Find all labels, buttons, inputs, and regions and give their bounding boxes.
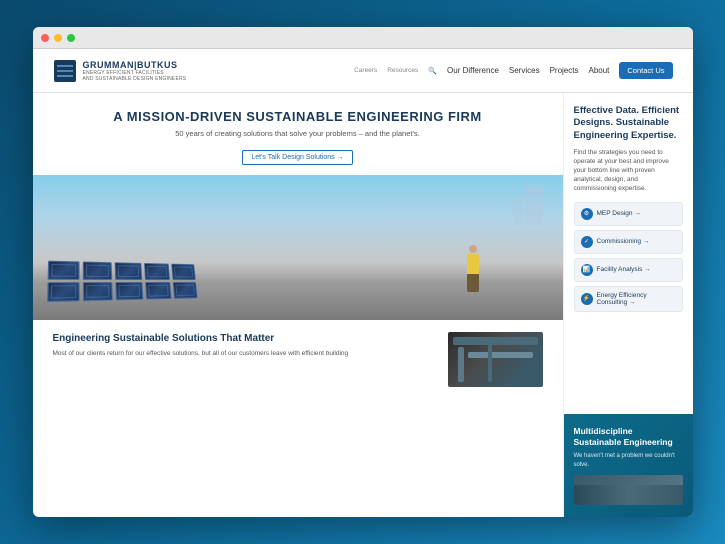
minimize-dot[interactable] — [54, 34, 62, 42]
bottom-section-text: Most of our clients return for our effec… — [53, 349, 436, 358]
pipe-vertical — [458, 347, 464, 382]
solar-panel — [82, 282, 112, 301]
bottom-section: Engineering Sustainable Solutions That M… — [33, 320, 563, 387]
nav-link-about[interactable]: About — [588, 66, 609, 75]
nav-link-resources[interactable]: Resources — [387, 67, 418, 74]
search-icon[interactable]: 🔍 — [428, 67, 437, 75]
hero-cta-button[interactable]: Let's Talk Design Solutions → — [242, 150, 352, 165]
logo-company-name: GRUMMAN|BUTKUS — [83, 60, 187, 70]
worker-head — [469, 245, 477, 253]
worker-body — [467, 254, 479, 274]
background-structure — [525, 185, 543, 225]
background-structure-2 — [513, 195, 523, 225]
nav-links: Careers Resources 🔍 Our Difference Servi… — [354, 62, 672, 79]
solar-panel — [114, 262, 142, 280]
browser-window: GRUMMAN|BUTKUS ENERGY EFFICIENT FACILITI… — [33, 27, 693, 517]
browser-chrome — [33, 27, 693, 49]
navigation: GRUMMAN|BUTKUS ENERGY EFFICIENT FACILITI… — [33, 49, 693, 93]
energy-label: Energy Efficiency Consulting → — [597, 292, 676, 306]
hero-cta-label: Let's Talk Design Solutions → — [251, 154, 343, 161]
facility-icon: 📊 — [581, 264, 593, 276]
solar-panel — [115, 282, 143, 300]
bottom-left-content: Engineering Sustainable Solutions That M… — [53, 332, 436, 387]
website: GRUMMAN|BUTKUS ENERGY EFFICIENT FACILITI… — [33, 49, 693, 517]
pipe-horizontal-2 — [468, 352, 533, 358]
logo-icon — [53, 59, 77, 83]
solar-panel — [145, 282, 171, 300]
nav-link-careers[interactable]: Careers — [354, 67, 377, 74]
solar-panel — [82, 261, 111, 280]
service-energy-consulting[interactable]: ⚡ Energy Efficiency Consulting → — [574, 286, 683, 312]
maximize-dot[interactable] — [67, 34, 75, 42]
building-silhouette — [574, 485, 683, 505]
solar-panel — [172, 282, 197, 299]
hero-title: A MISSION-DRIVEN SUSTAINABLE ENGINEERING… — [63, 109, 533, 124]
solar-panel — [47, 261, 79, 280]
facility-label: Facility Analysis → — [597, 266, 676, 273]
solar-panel — [47, 282, 80, 302]
worker-figure — [463, 245, 483, 295]
nav-link-services[interactable]: Services — [509, 66, 540, 75]
hero-image — [33, 175, 563, 320]
right-sidebar: Effective Data. Efficient Designs. Susta… — [563, 93, 693, 517]
close-dot[interactable] — [41, 34, 49, 42]
solar-panel — [171, 264, 196, 280]
commissioning-label: Commissioning → — [597, 238, 676, 245]
sidebar-bottom-image — [574, 475, 683, 505]
sidebar-bottom-text: We haven't met a problem we couldn't sol… — [574, 452, 683, 469]
logo: GRUMMAN|BUTKUS ENERGY EFFICIENT FACILITI… — [53, 59, 187, 83]
sidebar-heading: Effective Data. Efficient Designs. Susta… — [574, 105, 683, 142]
energy-icon: ⚡ — [581, 293, 593, 305]
main-content: A MISSION-DRIVEN SUSTAINABLE ENGINEERING… — [33, 93, 693, 517]
nav-link-difference[interactable]: Our Difference — [447, 66, 499, 75]
sidebar-bottom-title: Multidiscipline Sustainable Engineering — [574, 426, 683, 448]
left-main: A MISSION-DRIVEN SUSTAINABLE ENGINEERING… — [33, 93, 563, 517]
solar-panel — [143, 263, 169, 280]
service-facility-analysis[interactable]: 📊 Facility Analysis → — [574, 258, 683, 282]
mep-label: MEP Design → — [597, 210, 676, 217]
contact-button[interactable]: Contact Us — [619, 62, 672, 79]
hero-section: A MISSION-DRIVEN SUSTAINABLE ENGINEERING… — [33, 93, 563, 175]
sidebar-description: Find the strategies you need to operate … — [574, 148, 683, 193]
hero-subtitle: 50 years of creating solutions that solv… — [63, 129, 533, 138]
nav-link-projects[interactable]: Projects — [550, 66, 579, 75]
bottom-image — [448, 332, 543, 387]
sidebar-top: Effective Data. Efficient Designs. Susta… — [564, 93, 693, 414]
pipe-horizontal — [453, 337, 538, 345]
commissioning-icon: ✓ — [581, 236, 593, 248]
logo-subtitle: ENERGY EFFICIENT FACILITIESAND SUSTAINAB… — [83, 70, 187, 82]
pipe-vertical-2 — [488, 342, 492, 382]
service-mep-design[interactable]: ⚙ MEP Design → — [574, 202, 683, 226]
service-commissioning[interactable]: ✓ Commissioning → — [574, 230, 683, 254]
solar-panel-array — [47, 261, 198, 303]
bottom-section-title: Engineering Sustainable Solutions That M… — [53, 332, 436, 345]
logo-text: GRUMMAN|BUTKUS ENERGY EFFICIENT FACILITI… — [83, 60, 187, 82]
worker-legs — [467, 274, 479, 292]
sidebar-bottom-card: Multidiscipline Sustainable Engineering … — [564, 414, 693, 517]
mep-icon: ⚙ — [581, 208, 593, 220]
